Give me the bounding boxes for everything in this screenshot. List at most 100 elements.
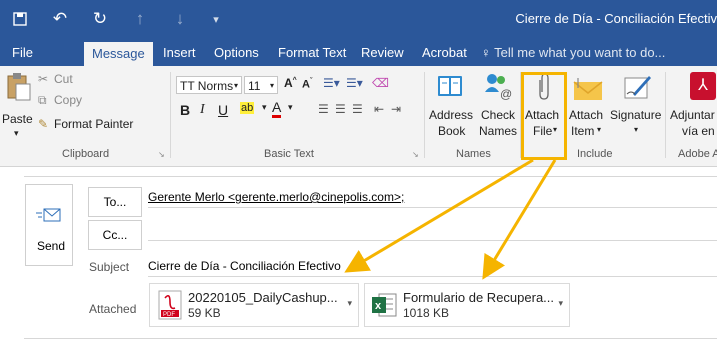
ribbon-tabs: File Message Insert Options Format Text …: [0, 40, 717, 66]
copy-icon: ⧉: [38, 93, 47, 107]
attachment-pdf[interactable]: PDF 20220105_DailyCashup... 59 KB ▾: [149, 283, 359, 327]
chevron-down-icon[interactable]: ▾: [558, 298, 563, 309]
font-color-icon[interactable]: A: [272, 100, 282, 118]
chevron-down-icon: ▾: [233, 81, 238, 90]
adobe-group-label: Adobe A: [678, 148, 717, 160]
grow-font-icon[interactable]: A^: [284, 76, 297, 90]
separator: [170, 72, 171, 158]
redo-icon[interactable]: ↻: [90, 8, 110, 30]
decrease-indent-icon[interactable]: ⇤: [374, 102, 384, 116]
send-button[interactable]: Send: [25, 184, 73, 266]
attach-item-label-1: Attach: [569, 108, 604, 122]
subject-value[interactable]: Cierre de Día - Conciliación Efectivo: [148, 259, 341, 273]
font-name-value: TT Norms: [180, 79, 234, 93]
numbering-icon[interactable]: ☰▾: [346, 76, 363, 90]
highlight-box: [521, 72, 567, 160]
envelope-icon: [573, 78, 603, 100]
chevron-down-icon[interactable]: ▾: [288, 102, 293, 113]
tab-insert[interactable]: Insert: [163, 40, 196, 66]
save-icon[interactable]: [10, 8, 30, 30]
chevron-down-icon: ▾: [597, 125, 602, 134]
adobe-label-2: vía en: [682, 124, 715, 138]
address-book-label-1: Address: [429, 108, 474, 122]
svg-text:PDF: PDF: [163, 312, 175, 318]
divider: [24, 338, 717, 339]
send-icon: [36, 208, 61, 222]
tab-format-text[interactable]: Format Text: [278, 40, 346, 66]
title-bar: ↶ ↻ ↑ ↓ ▾ Cierre de Día - Conciliación E…: [0, 0, 717, 40]
shrink-font-icon[interactable]: Aˇ: [302, 78, 312, 91]
basic-text-launcher-icon[interactable]: ↘: [412, 150, 419, 159]
signature-icon: [624, 76, 651, 99]
paste-label: Paste: [2, 112, 33, 126]
adobe-attach-button[interactable]: ⅄ Adjuntar vía en: [668, 70, 717, 144]
clipboard-group-label: Clipboard: [62, 148, 110, 160]
signature-button[interactable]: Signature ▾: [610, 70, 666, 144]
tab-review[interactable]: Review: [361, 40, 404, 66]
cc-button[interactable]: Cc...: [88, 220, 142, 250]
include-group-label: Include: [577, 148, 613, 160]
clipboard-launcher-icon[interactable]: ↘: [158, 150, 165, 159]
to-button[interactable]: To...: [88, 187, 142, 217]
address-book-label-2: Book: [438, 124, 466, 138]
to-field[interactable]: Gerente Merlo <gerente.merlo@cinepolis.c…: [148, 187, 717, 208]
bold-button[interactable]: B: [180, 102, 190, 118]
lightbulb-icon: ♀: [481, 45, 491, 60]
paste-button[interactable]: Paste ▾: [2, 70, 36, 144]
tab-options[interactable]: Options: [214, 40, 259, 66]
svg-text:x: x: [375, 300, 382, 312]
attachment-size: 1018 KB: [403, 306, 450, 320]
highlight-color-icon[interactable]: ab: [240, 102, 255, 114]
align-left-icon[interactable]: ☰: [318, 102, 329, 116]
attached-label: Attached: [89, 302, 137, 316]
subject-field[interactable]: Cierre de Día - Conciliación Efectivo: [148, 256, 717, 277]
down-arrow-icon[interactable]: ↓: [170, 8, 190, 30]
attachment-excel[interactable]: x Formulario de Recupera... 1018 KB ▾: [364, 283, 570, 327]
undo-icon[interactable]: ↶: [50, 8, 70, 30]
brush-icon: ✎: [38, 117, 49, 131]
chevron-down-icon[interactable]: ▾: [347, 298, 352, 309]
names-group-label: Names: [456, 148, 491, 160]
align-right-icon[interactable]: ☰: [352, 102, 363, 116]
increase-indent-icon[interactable]: ⇥: [391, 102, 401, 116]
underline-button[interactable]: U: [218, 102, 228, 118]
clear-formatting-icon[interactable]: ⌫: [372, 76, 389, 90]
font-size-dropdown[interactable]: 11 ▾: [244, 76, 278, 94]
paste-icon: [7, 73, 31, 101]
excel-icon: x: [372, 293, 397, 317]
cc-field[interactable]: [148, 220, 717, 241]
copy-label: Copy: [54, 93, 83, 107]
tab-file[interactable]: File: [12, 40, 33, 66]
customize-qat-icon[interactable]: ▾: [208, 8, 224, 30]
check-names-icon: @: [485, 74, 512, 100]
scissors-icon: ✂: [38, 72, 49, 86]
align-center-icon[interactable]: ☰: [335, 102, 346, 116]
attachment-size: 59 KB: [188, 306, 221, 320]
italic-button[interactable]: I: [200, 102, 205, 118]
chevron-down-icon[interactable]: ▾: [262, 102, 267, 113]
check-names-label-2: Names: [479, 124, 518, 138]
tell-me-text: Tell me what you want to do...: [494, 45, 666, 60]
check-names-button[interactable]: @ Check Names: [476, 70, 520, 144]
compose-area: Send To... Gerente Merlo <gerente.merlo@…: [0, 167, 717, 347]
up-arrow-icon[interactable]: ↑: [130, 8, 150, 30]
adobe-label-1: Adjuntar: [670, 108, 715, 122]
tab-acrobat[interactable]: Acrobat: [422, 40, 467, 66]
check-names-label-1: Check: [481, 108, 516, 122]
pdf-icon: PDF: [158, 290, 182, 320]
font-name-dropdown[interactable]: TT Norms ▾: [176, 76, 242, 94]
adobe-acrobat-icon: ⅄: [690, 72, 716, 100]
separator: [665, 72, 666, 158]
bullets-icon[interactable]: ☰▾: [323, 76, 340, 90]
tell-me-box[interactable]: ♀ Tell me what you want to do...: [481, 40, 665, 66]
font-size-value: 11: [248, 79, 261, 93]
format-painter-label: Format Painter: [54, 117, 134, 131]
basic-text-group-label: Basic Text: [264, 148, 314, 160]
chevron-down-icon: ▾: [269, 81, 274, 90]
tab-message[interactable]: Message: [84, 42, 153, 66]
attach-item-button[interactable]: Attach Item ▾: [568, 70, 608, 144]
cut-label: Cut: [54, 72, 73, 86]
ribbon: Paste ▾ ✂ Cut ⧉ Copy ✎ Format Painter Cl…: [0, 66, 717, 167]
to-recipient[interactable]: Gerente Merlo <gerente.merlo@cinepolis.c…: [148, 190, 404, 204]
address-book-button[interactable]: Address Book: [428, 70, 474, 144]
